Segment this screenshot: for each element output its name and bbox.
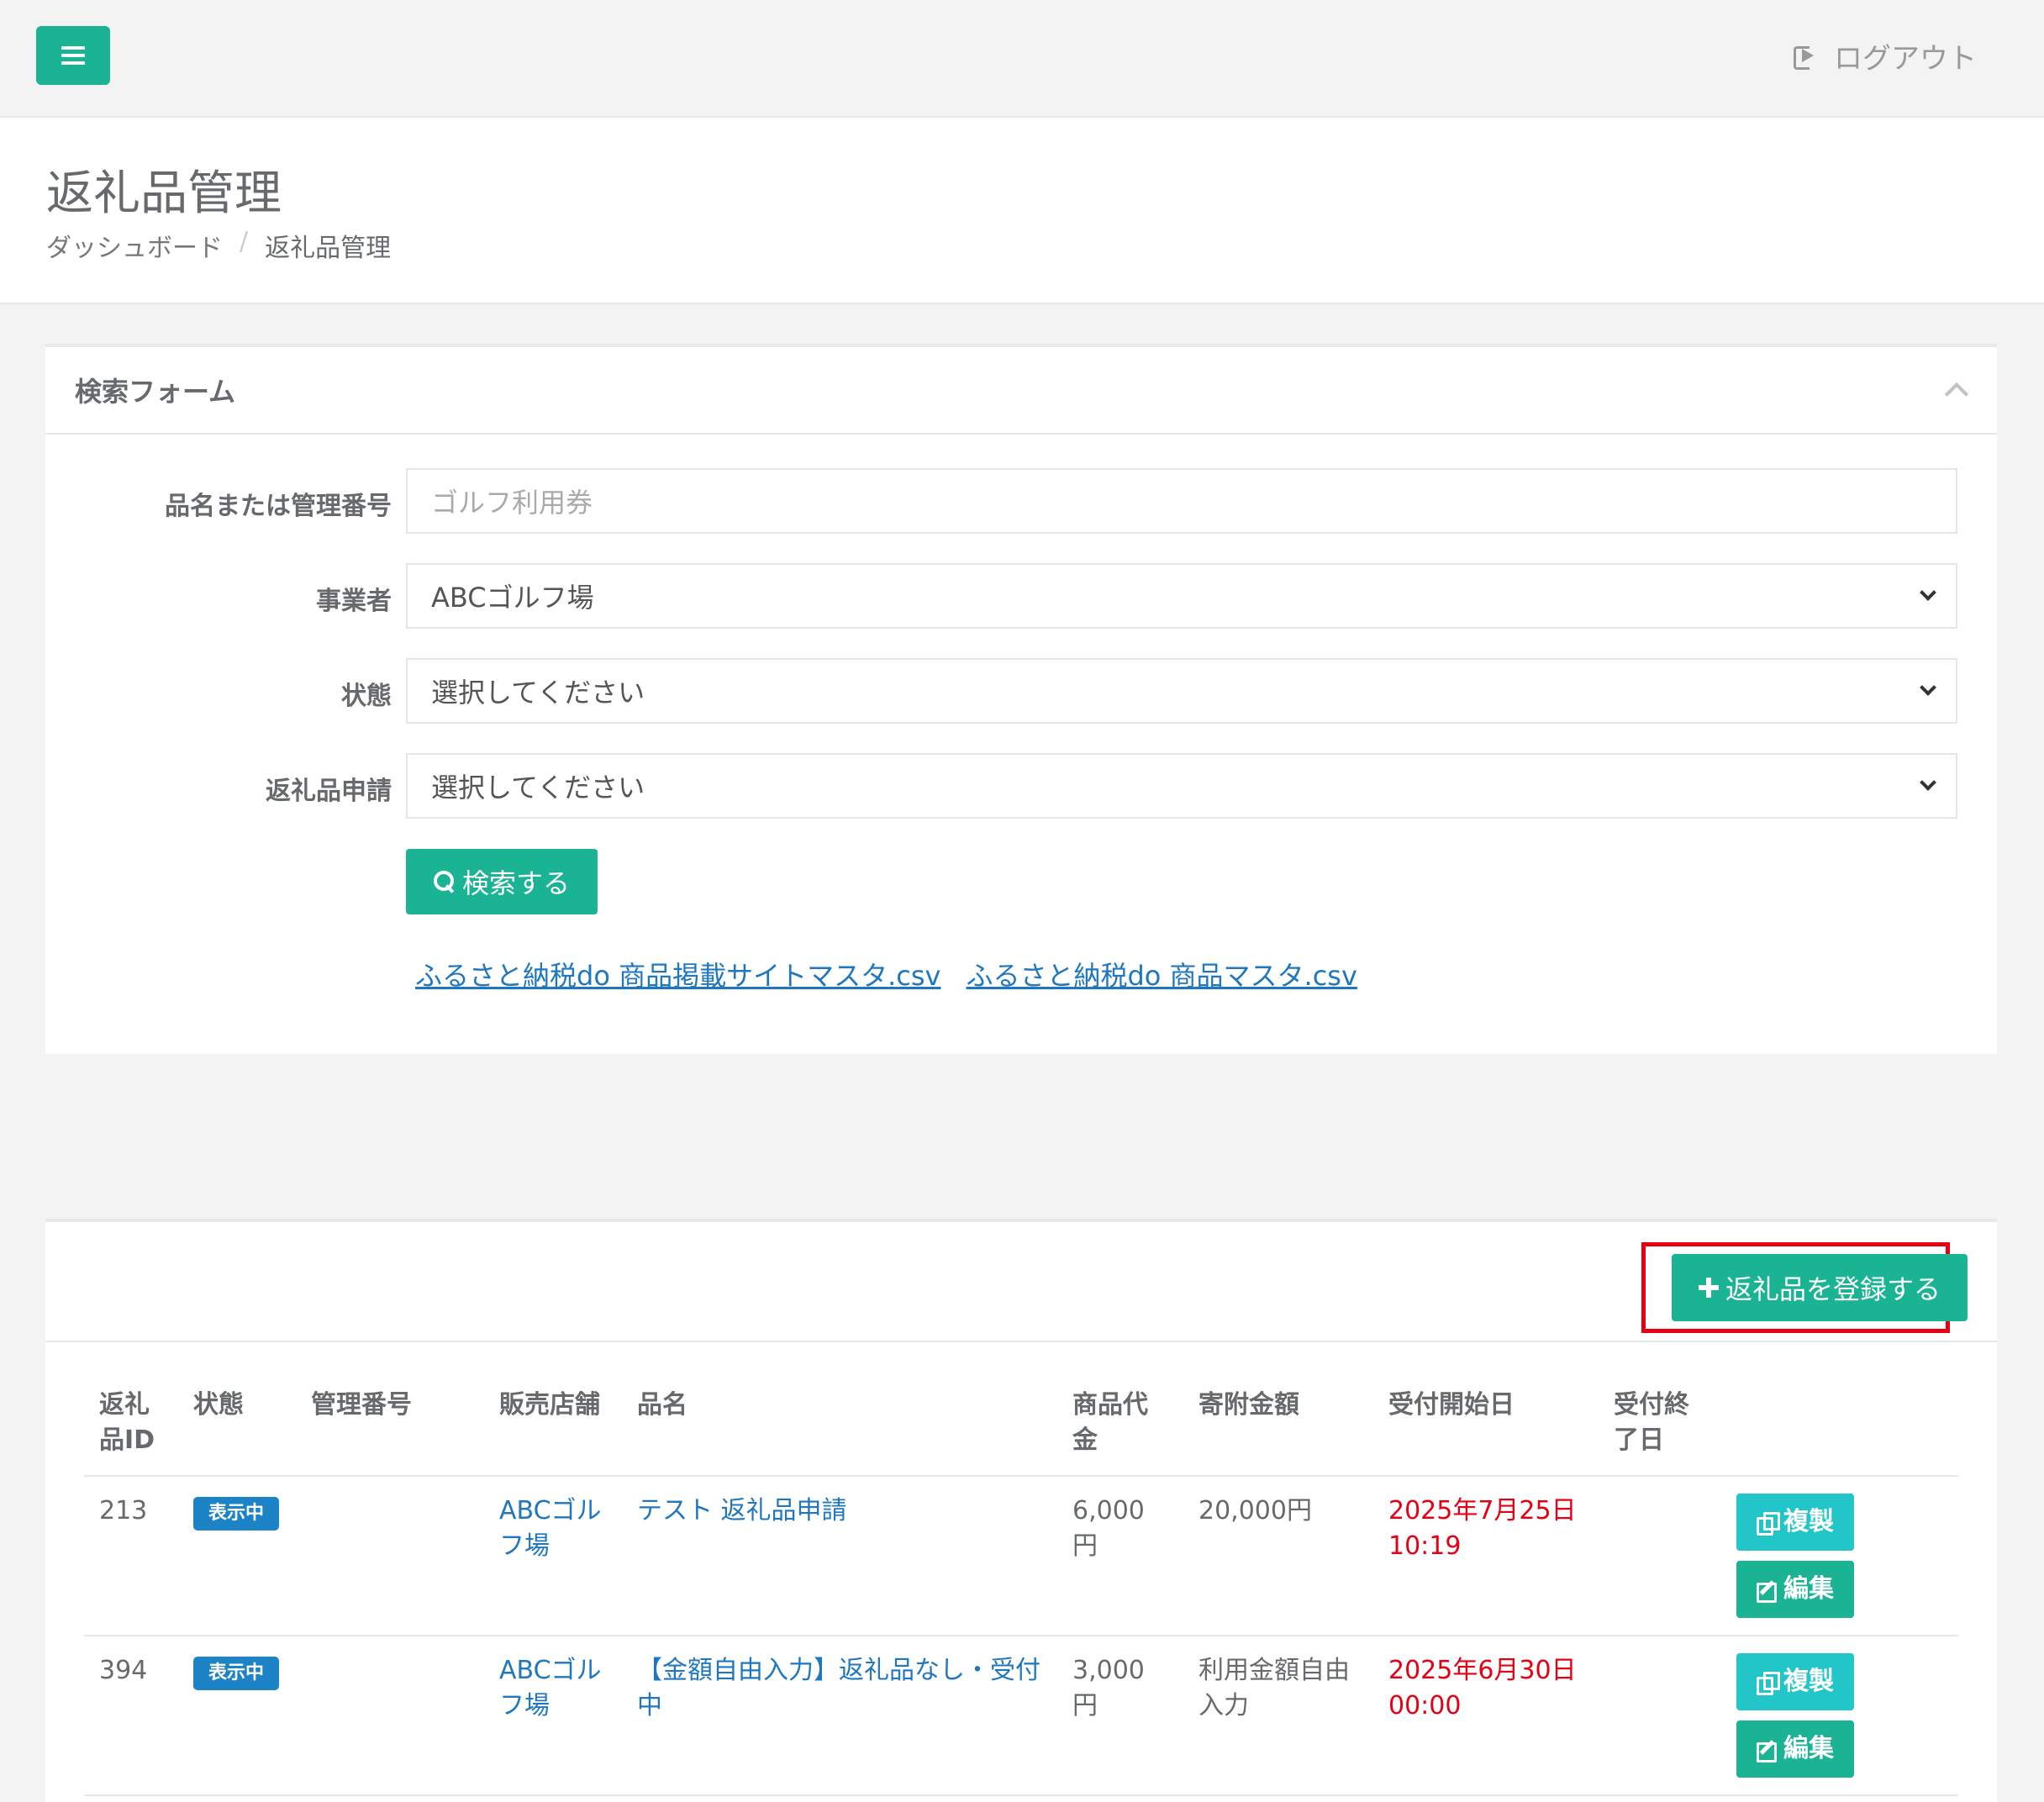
register-item-button[interactable]: 返礼品を登録する [1672,1254,1968,1321]
chevron-up-icon[interactable] [1944,382,1969,407]
column-header-status: 状態 [178,1378,296,1477]
copy-button[interactable]: 複製 [1736,1494,1854,1551]
keyword-label: 品名または管理番号 [165,492,392,521]
edit-icon [1757,1579,1777,1603]
row-actions: 複製 編集 [1736,1494,1943,1618]
logout-link[interactable]: ログアウト [1794,37,1977,76]
edit-label: 編集 [1783,1574,1834,1604]
column-header-actions [1721,1378,1958,1477]
top-navbar: ログアウト [0,0,2044,118]
chevron-down-icon [1920,679,1936,696]
application-select-value: 選択してください [431,772,645,804]
logout-label: ログアウト [1834,41,1977,76]
search-panel-title-text: 検索フォーム [75,376,236,408]
store-link[interactable]: ABCゴルフ場 [499,1656,602,1720]
application-select[interactable]: 選択してください [406,753,1957,819]
search-panel: 検索フォーム 品名または管理番号 ゴルフ利用券 事業者 ABCゴルフ場 状態 選… [45,344,1997,1054]
application-label: 返礼品申請 [266,777,392,806]
cell-donation: 20,000円 [1183,1476,1373,1636]
csv-link-site-master[interactable]: ふるさと納税do 商品掲載サイトマスタ.csv [415,955,940,993]
copy-button[interactable]: 複製 [1736,1653,1854,1710]
list-panel: 返礼品を登録する 返礼品ID 状態 管理番号 販売店舗 品名 商品代金 寄附金額… [45,1219,1997,1802]
register-item-label: 返礼品を登録する [1725,1273,1941,1305]
cell-code [296,1476,484,1636]
status-label: 状態 [341,682,392,711]
breadcrumb-separator: / [240,227,249,256]
keyword-row: 品名または管理番号 ゴルフ利用券 [45,468,1997,534]
status-row: 状態 選択してください [45,658,1997,724]
cell-end-date [1599,1636,1721,1796]
table-row: 394 表示中 ABCゴルフ場 【金額自由入力】返礼品なし・受付中 3,000円… [84,1636,1958,1796]
table-header-row: 返礼品ID 状態 管理番号 販売店舗 品名 商品代金 寄附金額 受付開始日 受付… [84,1378,1958,1477]
cell-start-date: 2025年7月25日 10:19 [1373,1476,1599,1636]
column-header-code: 管理番号 [296,1378,484,1477]
sign-out-icon [1794,45,1819,70]
table-row: 213 表示中 ABCゴルフ場 テスト 返礼品申請 6,000円 20,000円… [84,1476,1958,1636]
cell-price: 3,000円 [1057,1636,1183,1796]
cell-end-date [1599,1476,1721,1636]
column-header-name: 品名 [622,1378,1057,1477]
csv-links: ふるさと納税do 商品掲載サイトマスタ.csv ふるさと納税do 商品マスタ.c… [415,955,1357,993]
edit-label: 編集 [1783,1734,1834,1763]
search-panel-title: 検索フォーム [45,347,1997,435]
breadcrumb: ダッシュボード / 返礼品管理 [46,227,391,264]
chevron-down-icon [1920,774,1936,791]
page-heading: 返礼品管理 ダッシュボード / 返礼品管理 [0,118,2044,304]
hamburger-icon [61,46,85,65]
status-select[interactable]: 選択してください [406,658,1957,724]
business-select[interactable]: ABCゴルフ場 [406,563,1957,629]
cell-donation: 利用金額自由入力 [1183,1636,1373,1796]
breadcrumb-dashboard[interactable]: ダッシュボード [46,227,223,264]
search-button-label: 検索する [461,867,570,899]
column-header-end: 受付終了日 [1599,1378,1721,1477]
cell-id: 213 [84,1476,178,1636]
cell-price: 6,000円 [1057,1476,1183,1636]
copy-icon [1757,1512,1780,1536]
items-table: 返礼品ID 状態 管理番号 販売店舗 品名 商品代金 寄附金額 受付開始日 受付… [84,1378,1958,1796]
copy-icon [1757,1672,1780,1695]
item-name-link[interactable]: 【金額自由入力】返礼品なし・受付中 [637,1656,1040,1720]
status-select-value: 選択してください [431,677,645,709]
chevron-down-icon [1920,584,1936,601]
column-header-start: 受付開始日 [1373,1378,1599,1477]
keyword-input[interactable]: ゴルフ利用券 [406,468,1957,534]
edit-button[interactable]: 編集 [1736,1720,1854,1778]
cell-id: 394 [84,1636,178,1796]
edit-button[interactable]: 編集 [1736,1561,1854,1618]
business-select-value: ABCゴルフ場 [431,582,594,614]
copy-label: 複製 [1783,1507,1834,1536]
business-label: 事業者 [316,587,392,616]
copy-label: 複製 [1783,1667,1834,1696]
cell-start-date: 2025年6月30日 00:00 [1373,1636,1599,1796]
list-toolbar: 返礼品を登録する [45,1222,1997,1342]
plus-icon [1698,1278,1719,1298]
search-button[interactable]: 検索する [406,849,598,914]
status-badge: 表示中 [193,1657,280,1690]
menu-toggle-button[interactable] [36,26,110,85]
column-header-donation: 寄附金額 [1183,1378,1373,1477]
column-header-id: 返礼品ID [84,1378,178,1477]
column-header-price: 商品代金 [1057,1378,1183,1477]
edit-icon [1757,1739,1777,1762]
item-name-link[interactable]: テスト 返礼品申請 [637,1496,847,1525]
store-link[interactable]: ABCゴルフ場 [499,1496,602,1561]
business-row: 事業者 ABCゴルフ場 [45,563,1997,629]
search-icon [433,871,456,893]
column-header-store: 販売店舗 [484,1378,622,1477]
csv-link-product-master[interactable]: ふるさと納税do 商品マスタ.csv [966,955,1357,993]
cell-code [296,1636,484,1796]
page-title: 返礼品管理 [46,166,282,221]
breadcrumb-current: 返礼品管理 [265,234,392,263]
application-row: 返礼品申請 選択してください [45,753,1997,819]
status-badge: 表示中 [193,1497,280,1531]
row-actions: 複製 編集 [1736,1653,1943,1778]
